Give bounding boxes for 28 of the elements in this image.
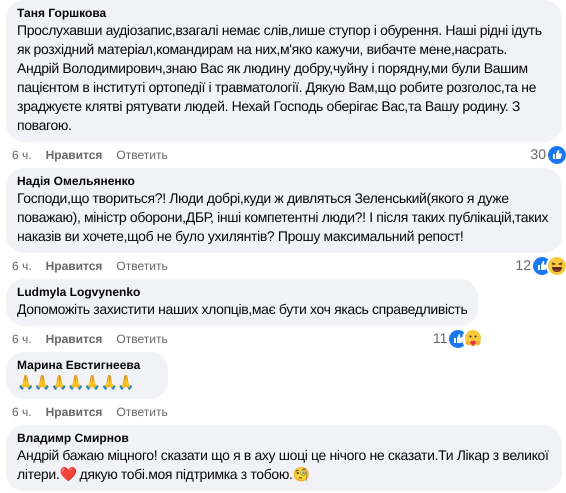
reaction-count[interactable]: 12 [515, 255, 531, 276]
comment-text: Андрій бажаю міцного! сказати що я в аху шоці це нічого не сказати.Ти Лікар з великої літери.❤ дякую тобі.моя підтримка з тобою.🧐 [17, 446, 550, 484]
thumbs-up-icon[interactable] [548, 146, 566, 164]
reply-link[interactable]: Ответить [116, 256, 168, 274]
like-link[interactable]: Нравится [46, 330, 102, 348]
reaction-count[interactable]: 30 [530, 144, 546, 165]
comment-text: Допоможіть захистити наших хлопців,має бути хоч якась справедливість [17, 300, 468, 319]
timestamp[interactable]: 6 ч. [12, 146, 32, 164]
like-link[interactable]: Нравится [46, 256, 102, 274]
author-name[interactable]: Ludmyla Logvynenko [17, 284, 468, 300]
timestamp[interactable]: 6 ч. [12, 256, 32, 274]
author-name[interactable]: Владимр Смирнов [17, 430, 551, 446]
hugging-face-icon[interactable] [464, 330, 482, 348]
reply-link[interactable]: Ответить [116, 402, 168, 420]
comment-text: Прослухавши аудіозапис,взагалі немає слів,лише ступор і обурення. Наші рідні ідуть як розхідний матеріал,командирам на них,м'яко кажучи, вибачте мене,насрать. Андрій Володимирович,знаю Вас як людину добру,чуйну і порядну,ми були Вашим пацієнтом в інституті ортопедії і травматології. Дякую Вам,що робите розголос,та не зраджуєте клятві рятувати людей. Нехай Господь оберігає Вас,та Вашу родину. З повагою. [17, 21, 543, 135]
timestamp[interactable]: 6 ч. [12, 402, 32, 420]
author-name[interactable]: Марина Евстигнеева [17, 357, 157, 373]
comment-text: 🙏🙏🙏🙏🙏🙏🙏 [17, 373, 135, 392]
reaction-count[interactable]: 11 [432, 328, 448, 349]
author-name[interactable]: Таня Горшкова [17, 5, 551, 21]
comment-text: Господи,що твориться?! Люди добрі,куди ж дивляться Зеленський(якого я дуже поважаю), міністр оборони,ДБР, інші компетентні люди?! І після таких публікацій,таких наказів ви хочете,щоб не було ухилянтів? Прошу максимальний репост! [17, 189, 550, 246]
author-name[interactable]: Надія Омельяненко [17, 173, 551, 189]
reply-link[interactable]: Ответить [116, 146, 168, 164]
like-link[interactable]: Нравится [46, 146, 102, 164]
laughing-face-icon[interactable] [548, 256, 566, 274]
timestamp[interactable]: 6 ч. [12, 330, 32, 348]
reply-link[interactable]: Ответить [116, 330, 168, 348]
like-link[interactable]: Нравится [46, 402, 102, 420]
